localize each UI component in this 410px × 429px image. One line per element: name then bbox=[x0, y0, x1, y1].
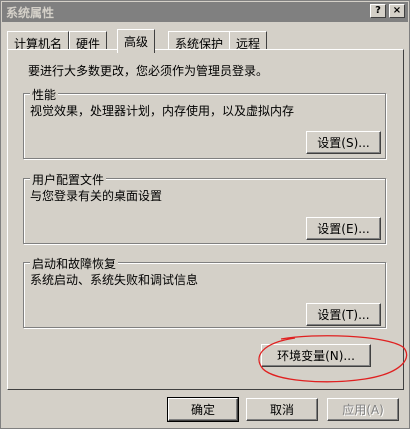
help-icon: ? bbox=[375, 5, 381, 16]
apply-button[interactable]: 应用(A) bbox=[327, 398, 399, 421]
environment-variables-button[interactable]: 环境变量(N)... bbox=[261, 344, 371, 367]
close-button[interactable]: × bbox=[389, 4, 405, 18]
user-profiles-description: 与您登录有关的桌面设置 bbox=[30, 189, 163, 203]
startup-recovery-legend: 启动和故障恢复 bbox=[30, 255, 119, 272]
performance-group: 性能 视觉效果，处理器计划，内存使用，以及虚拟内存 设置(S)... bbox=[23, 86, 386, 159]
performance-description: 视觉效果，处理器计划，内存使用，以及虚拟内存 bbox=[30, 104, 295, 118]
performance-settings-button[interactable]: 设置(S)... bbox=[306, 131, 381, 154]
user-profiles-group: 用户配置文件 与您登录有关的桌面设置 设置(E)... bbox=[23, 171, 386, 244]
window-title: 系统属性 bbox=[6, 5, 55, 20]
admin-notice: 要进行大多数更改，您必须作为管理员登录。 bbox=[28, 64, 269, 78]
ok-button[interactable]: 确定 bbox=[167, 397, 239, 422]
tab-system-protection[interactable]: 系统保护 bbox=[168, 31, 231, 51]
startup-recovery-group: 启动和故障恢复 系统启动、系统失败和调试信息 设置(T)... bbox=[23, 255, 386, 328]
advanced-tab-panel: 要进行大多数更改，您必须作为管理员登录。 性能 视觉效果，处理器计划，内存使用，… bbox=[7, 49, 404, 390]
user-profiles-legend: 用户配置文件 bbox=[30, 171, 107, 188]
tab-hardware[interactable]: 硬件 bbox=[69, 31, 108, 51]
tab-computer-name[interactable]: 计算机名 bbox=[7, 31, 70, 51]
cancel-button[interactable]: 取消 bbox=[246, 398, 318, 421]
user-profiles-settings-button[interactable]: 设置(E)... bbox=[306, 217, 381, 240]
startup-recovery-settings-button[interactable]: 设置(T)... bbox=[306, 303, 381, 326]
performance-legend: 性能 bbox=[30, 86, 59, 103]
title-bar[interactable]: 系统属性 ? × bbox=[2, 2, 408, 22]
close-icon: × bbox=[392, 5, 402, 16]
system-properties-window: 系统属性 ? × 计算机名 硬件 高级 系统保护 远程 要进行大多数更改，您必须… bbox=[0, 0, 410, 429]
startup-recovery-description: 系统启动、系统失败和调试信息 bbox=[30, 273, 199, 287]
tab-remote[interactable]: 远程 bbox=[229, 31, 268, 51]
help-button[interactable]: ? bbox=[370, 4, 386, 18]
tab-advanced[interactable]: 高级 bbox=[117, 29, 156, 53]
